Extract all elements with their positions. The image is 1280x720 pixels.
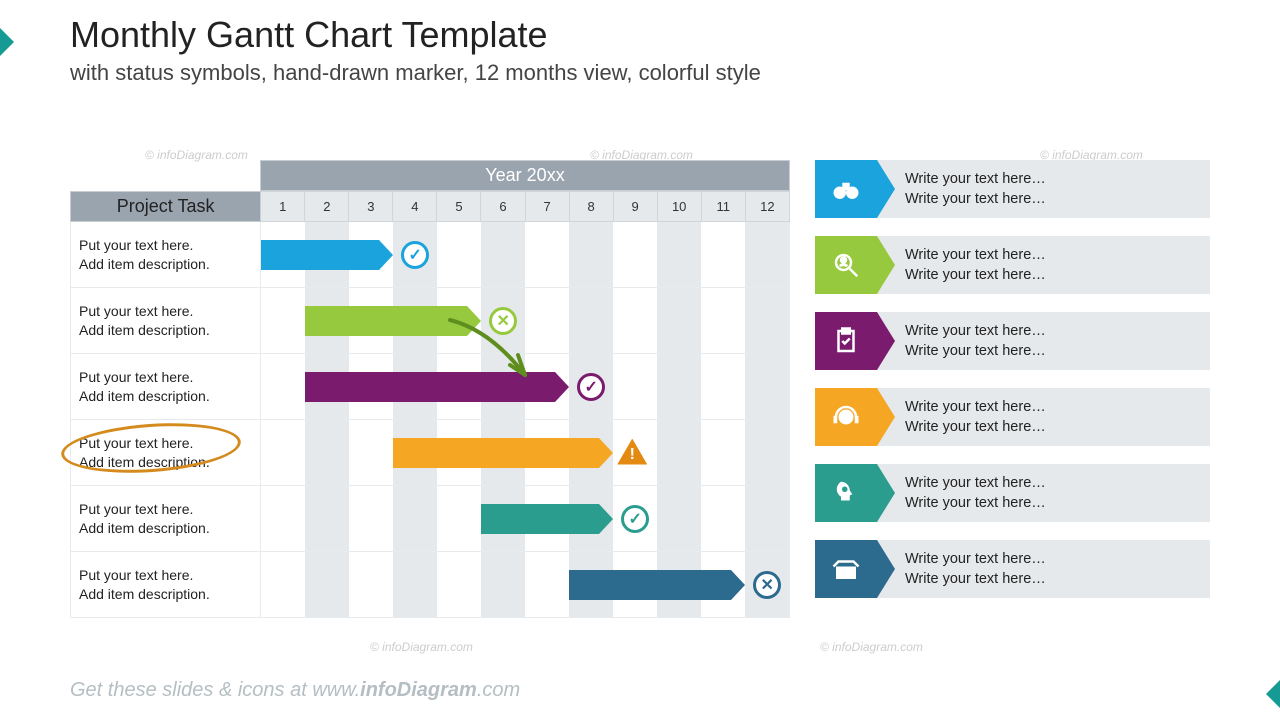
gantt-bar xyxy=(569,570,731,600)
gantt-bar xyxy=(481,504,599,534)
slide-right-tab xyxy=(1266,680,1280,708)
month-header: 4 xyxy=(393,192,437,222)
task-label: Put your text here.Add item description. xyxy=(71,288,261,354)
legend-item: Write your text here…Write your text her… xyxy=(815,464,1210,522)
task-row: Put your text here.Add item description.… xyxy=(71,420,790,486)
legend-item: Write your text here…Write your text her… xyxy=(815,540,1210,598)
month-header: 5 xyxy=(437,192,481,222)
warning-icon: ! xyxy=(617,439,645,467)
month-header: 11 xyxy=(701,192,745,222)
legend-item: Write your text here…Write your text her… xyxy=(815,160,1210,218)
check-icon: ✓ xyxy=(401,241,429,269)
legend-text: Write your text here…Write your text her… xyxy=(877,540,1210,598)
month-header: 12 xyxy=(745,192,789,222)
legend-item: Write your text here…Write your text her… xyxy=(815,312,1210,370)
slide-left-tab xyxy=(0,28,14,56)
gantt-bar xyxy=(305,306,467,336)
legend-item: Write your text here…Write your text her… xyxy=(815,236,1210,294)
task-row: Put your text here.Add item description.… xyxy=(71,552,790,618)
watermark: © infoDiagram.com xyxy=(370,640,473,654)
watermark: © infoDiagram.com xyxy=(820,640,923,654)
legend-text: Write your text here…Write your text her… xyxy=(877,464,1210,522)
task-column-header: Project Task xyxy=(71,192,261,222)
support-headset-icon xyxy=(815,388,877,446)
gantt-table: Project Task 1 2 3 4 5 6 7 8 9 10 11 12 … xyxy=(70,191,790,618)
legend-text: Write your text here…Write your text her… xyxy=(877,160,1210,218)
cross-icon: ✕ xyxy=(489,307,517,335)
gantt-bar xyxy=(393,438,599,468)
legend-item: Write your text here…Write your text her… xyxy=(815,388,1210,446)
cross-icon: ✕ xyxy=(753,571,781,599)
legend-text: Write your text here…Write your text her… xyxy=(877,236,1210,294)
task-label: Put your text here.Add item description. xyxy=(71,486,261,552)
month-header: 3 xyxy=(349,192,393,222)
legend-text: Write your text here…Write your text her… xyxy=(877,312,1210,370)
month-header: 7 xyxy=(525,192,569,222)
clipboard-icon xyxy=(815,312,877,370)
check-icon: ✓ xyxy=(621,505,649,533)
gantt-chart: Year 20xx Project Task 1 2 3 4 5 6 7 8 9… xyxy=(70,160,790,618)
task-label: Put your text here.Add item description. xyxy=(71,552,261,618)
month-header: 1 xyxy=(261,192,305,222)
person-search-icon xyxy=(815,236,877,294)
legend-text: Write your text here…Write your text her… xyxy=(877,388,1210,446)
check-icon: ✓ xyxy=(577,373,605,401)
month-header: 8 xyxy=(569,192,613,222)
page-subtitle: with status symbols, hand-drawn marker, … xyxy=(70,60,761,86)
task-row: Put your text here.Add item description.… xyxy=(71,486,790,552)
gantt-bar xyxy=(305,372,555,402)
year-header: Year 20xx xyxy=(260,160,790,191)
page-title: Monthly Gantt Chart Template xyxy=(70,14,548,56)
month-header: 9 xyxy=(613,192,657,222)
head-gears-icon xyxy=(815,464,877,522)
task-label: Put your text here.Add item description. xyxy=(71,222,261,288)
task-label: Put your text here.Add item description. xyxy=(71,420,261,486)
month-header: 10 xyxy=(657,192,701,222)
binoculars-icon xyxy=(815,160,877,218)
task-row: Put your text here.Add item description.… xyxy=(71,222,790,288)
gantt-bar xyxy=(261,240,379,270)
month-header: 6 xyxy=(481,192,525,222)
legend-panel: Write your text here…Write your text her… xyxy=(815,160,1210,616)
task-label: Put your text here.Add item description. xyxy=(71,354,261,420)
month-header: 2 xyxy=(305,192,349,222)
open-box-icon xyxy=(815,540,877,598)
footer-text: Get these slides & icons at www.infoDiag… xyxy=(70,679,520,702)
task-row: Put your text here.Add item description.… xyxy=(71,288,790,354)
task-row: Put your text here.Add item description.… xyxy=(71,354,790,420)
